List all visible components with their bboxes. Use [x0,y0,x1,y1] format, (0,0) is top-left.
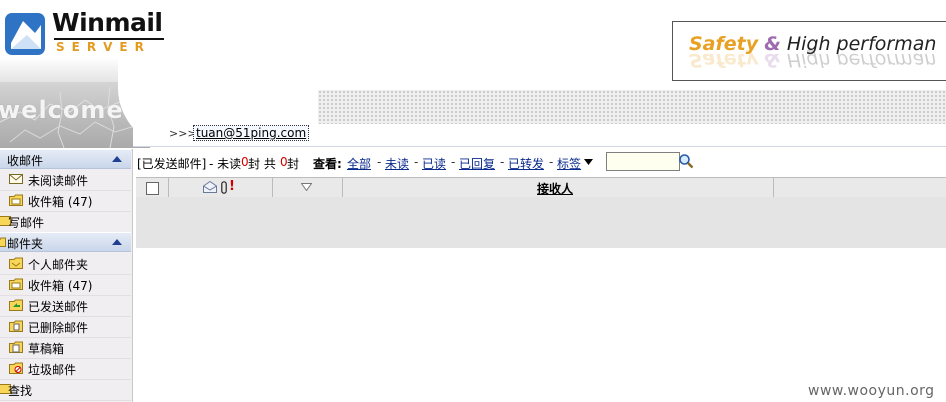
slogan-reflection-rest: High performan [786,49,937,71]
mail-list-header: ! 接收人 [136,177,946,198]
read-status-icon [203,181,217,193]
sidebar-section-inbox[interactable]: 收邮件 [0,149,131,169]
unread-prefix: - 未读 [209,157,242,171]
sidebar-item-label: 已发送邮件 [28,300,89,314]
slogan-reflection-safety: Safety [689,49,759,71]
sidebar-item-folder-trash[interactable]: 已删除邮件 [0,316,131,338]
filter-separator: - [414,155,419,169]
sidebar-item-inbox[interactable]: 收件箱 (47) [0,190,131,212]
sidebar-item-unread[interactable]: 未阅读邮件 [0,169,131,191]
recipient-column-label[interactable]: 接收人 [537,180,573,197]
folder-inbox-icon [9,194,23,206]
total-suffix: 封 [287,157,300,171]
sidebar-item-folder-junk[interactable]: 垃圾邮件 [0,358,131,380]
filter-separator: - [377,155,382,169]
select-all-checkbox[interactable] [146,182,159,195]
folder-drafts-icon [9,341,23,353]
folder-section-icon [0,237,6,247]
folder-personal-icon [9,257,23,269]
extra-column[interactable] [774,178,946,197]
folder-inbox-icon [9,278,23,290]
slogan-banner: Safety & High performan Safety & High pe… [672,21,946,81]
attachment-icon [221,181,227,194]
search-icon[interactable] [678,153,694,169]
filter-separator: - [500,155,505,169]
winmail-logo-icon [5,13,45,55]
recipient-column[interactable]: 接收人 [343,178,774,197]
unread-suffix: 封 共 [248,157,276,171]
filter-all-link[interactable]: 全部 [347,155,371,172]
flag-sort-icon [301,183,312,191]
sidebar-section-folders-label: 邮件夹 [7,237,44,251]
sidebar-item-folder-personal[interactable]: 个人邮件夹 [0,253,131,275]
logo-title: Winmail [52,8,163,37]
sidebar-item-folder-drafts[interactable]: 草稿箱 [0,337,131,359]
filter-separator: - [549,155,554,169]
sidebar-item-label: 个人邮件夹 [28,258,89,272]
sidebar-item-label: 写邮件 [8,216,45,230]
filter-separator: - [451,155,456,169]
status-column[interactable]: ! [169,178,273,197]
sidebar-item-search[interactable]: 查找 [0,379,131,401]
folder-junk-icon [9,362,23,374]
mail-toolbar: [已发送邮件] - 未读 0 封 共 0 封 查看: 全部 - 未读 - 已读 … [137,152,946,172]
folder-name: [已发送邮件] [137,157,207,171]
logo-subtitle: SERVER [56,40,151,54]
sidebar-item-label: 收件箱 (47) [28,279,93,293]
envelope-icon [9,174,23,184]
filter-unread-link[interactable]: 未读 [385,155,409,172]
sidebar: 收邮件 未阅读邮件 收件箱 (47) 写邮件 邮件夹 个人邮件夹 收件箱 (47… [0,149,133,402]
filter-replied-link[interactable]: 已回复 [459,155,495,172]
sidebar-item-label: 未阅读邮件 [28,174,89,188]
sidebar-section-folders[interactable]: 邮件夹 [0,232,131,252]
sidebar-section-inbox-label: 收邮件 [7,154,44,168]
sidebar-item-label: 草稿箱 [28,342,65,356]
filter-tags-link[interactable]: 标签 [557,155,581,172]
sidebar-item-folder-inbox[interactable]: 收件箱 (47) [0,274,131,296]
filter-read-link[interactable]: 已读 [422,155,446,172]
welcome-text: welcome [0,96,124,124]
folder-sent-icon [9,299,23,311]
slogan-reflection-amp: & [764,49,781,71]
mail-list-empty [136,197,946,248]
user-email-link[interactable]: tuan@51ping.com [193,125,310,141]
sidebar-item-label: 收件箱 (47) [28,195,93,209]
sidebar-item-label: 已删除邮件 [28,321,89,335]
sidebar-item-compose[interactable]: 写邮件 [0,211,131,233]
sidebar-item-label: 查找 [8,384,33,398]
priority-icon: ! [229,179,235,194]
slogan-reflection: Safety & High performan [689,49,936,71]
sidebar-item-label: 垃圾邮件 [28,363,77,377]
flag-column[interactable] [273,178,343,197]
collapse-arrow-icon[interactable] [112,239,122,245]
select-all-column [136,178,169,197]
tags-dropdown-icon[interactable] [584,159,593,165]
watermark: www.wooyun.org [808,383,935,399]
view-label: 查看: [313,157,342,171]
search-input[interactable] [606,152,680,171]
collapse-arrow-icon[interactable] [112,156,122,162]
sidebar-item-folder-sent[interactable]: 已发送邮件 [0,295,131,317]
folder-trash-icon [9,320,23,332]
filter-forwarded-link[interactable]: 已转发 [508,155,544,172]
user-bar-divider [133,146,946,147]
user-bar: >>> tuan@51ping.com [133,124,946,146]
